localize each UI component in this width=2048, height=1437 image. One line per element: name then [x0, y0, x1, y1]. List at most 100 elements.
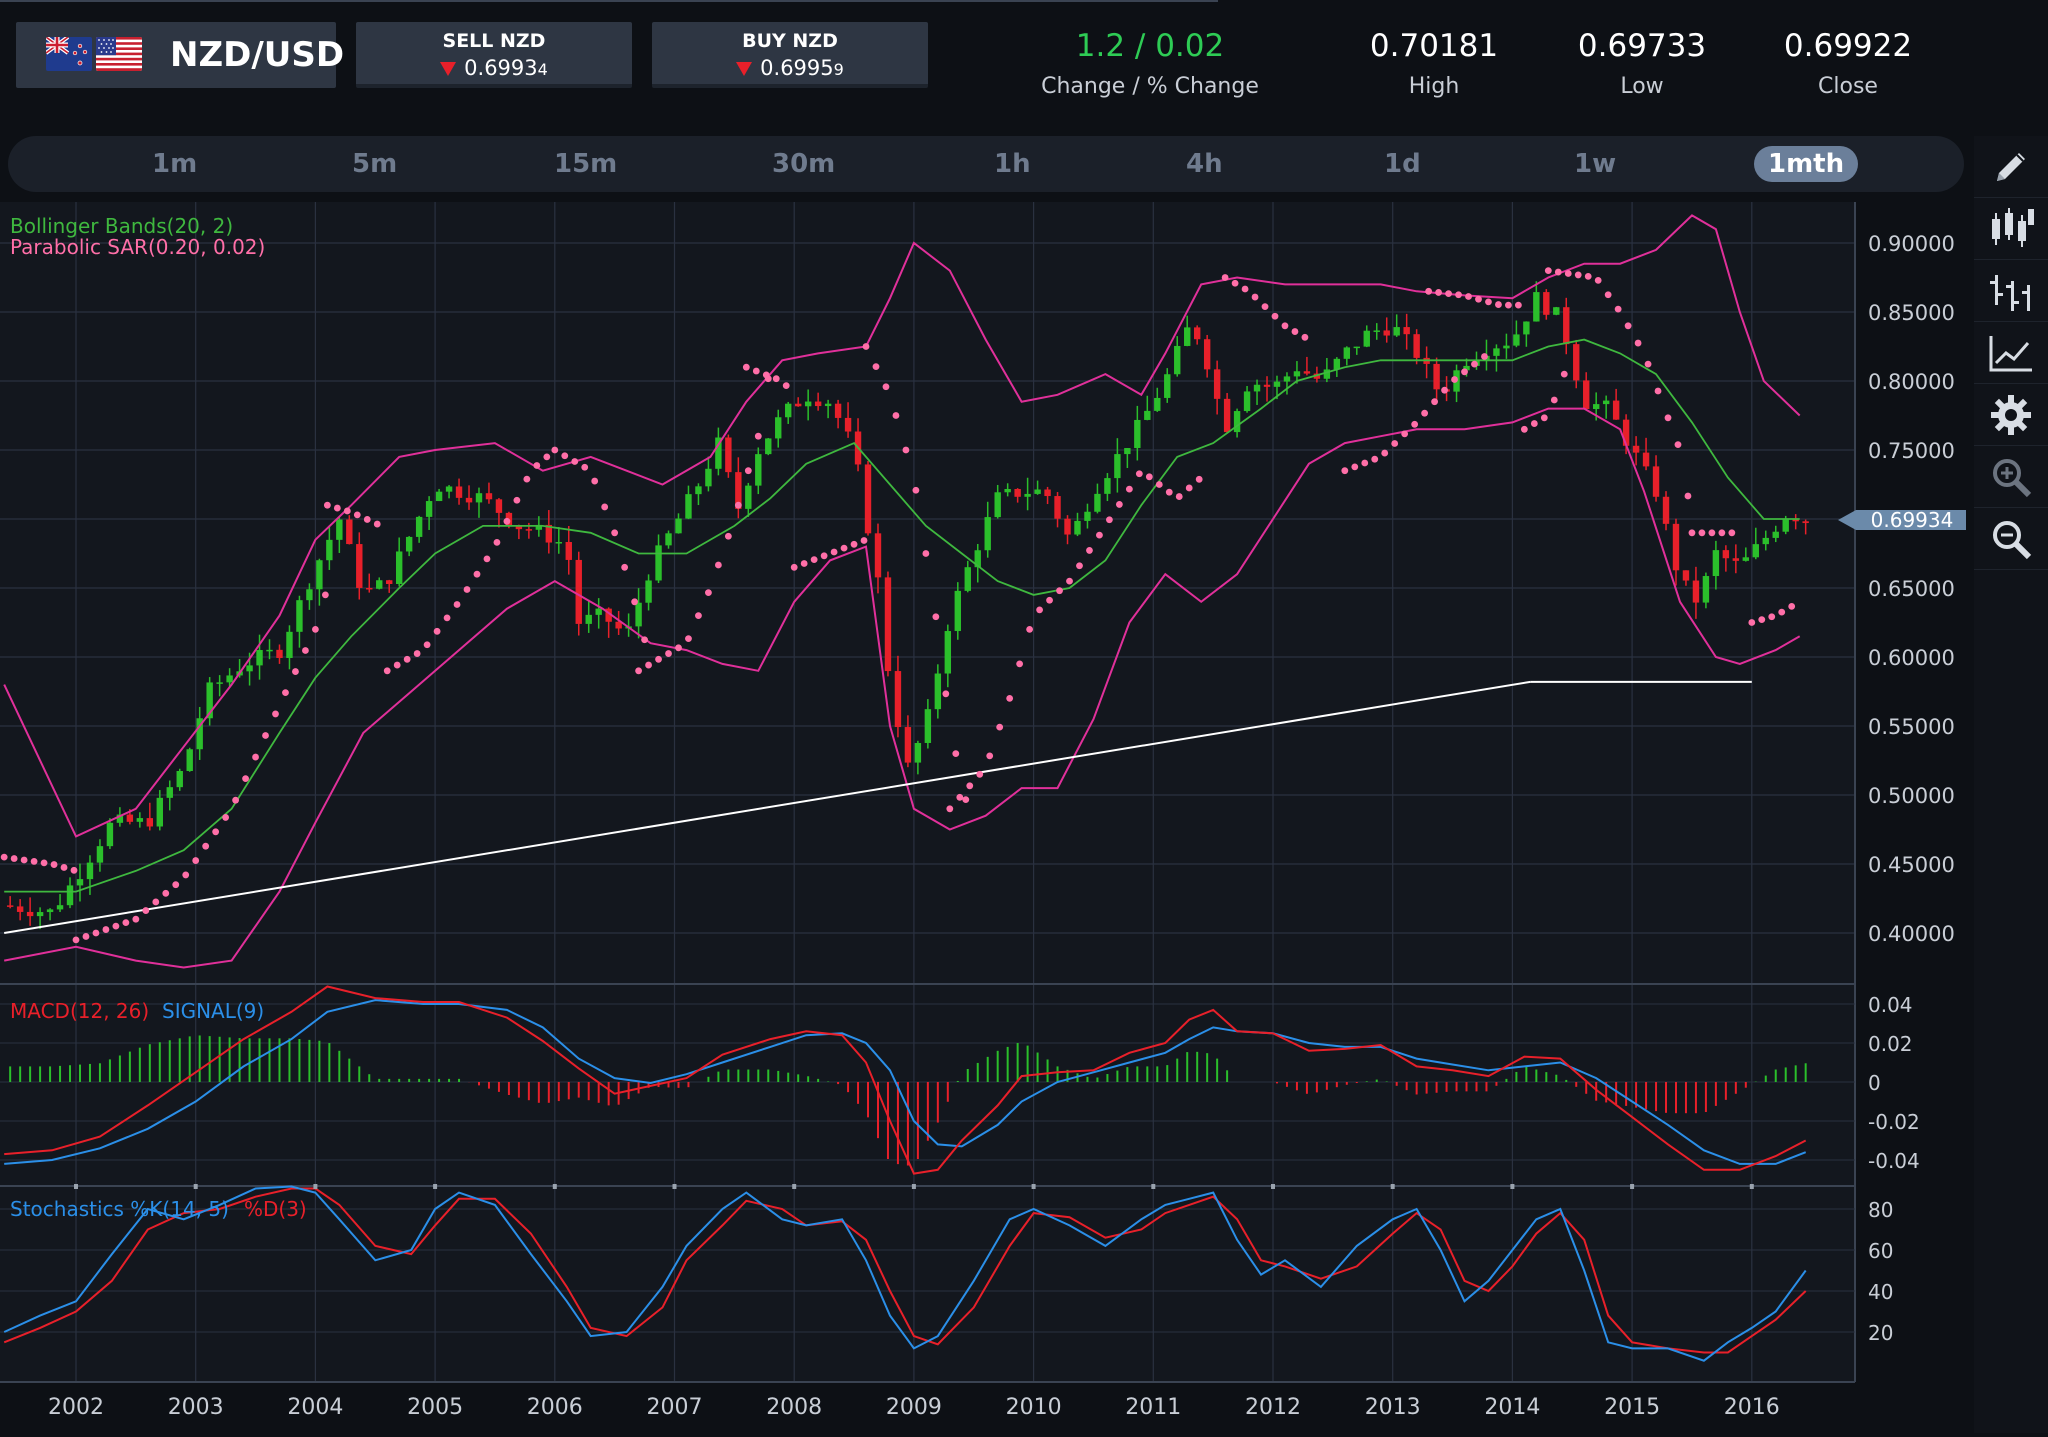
sell-label: SELL NZD	[442, 30, 546, 52]
candle-body	[6, 905, 14, 907]
sar-dot	[1684, 492, 1692, 500]
sar-dot	[1455, 291, 1462, 299]
sar-dot	[92, 929, 100, 937]
sar-dot	[373, 520, 381, 528]
candle-body	[575, 559, 582, 624]
sar-dot	[1584, 272, 1592, 280]
candle-body	[1573, 344, 1580, 381]
zoom-in-icon[interactable]	[1974, 446, 2048, 508]
candle-body	[1154, 397, 1161, 411]
sar-dot	[383, 667, 391, 675]
candle-body	[794, 403, 802, 407]
sar-dot	[1614, 305, 1622, 313]
sar-dot	[1718, 529, 1726, 537]
sar-dot	[1155, 481, 1163, 488]
candle-body	[1263, 384, 1271, 387]
sar-dot	[1564, 270, 1572, 277]
candle-body	[1742, 557, 1750, 561]
price-tick-label: 0.80000	[1868, 370, 1955, 394]
x-tick-label: 2003	[168, 1395, 224, 1420]
candle-body	[1164, 374, 1171, 398]
candlestick-icon[interactable]	[1974, 198, 2048, 260]
sar-dot	[523, 475, 531, 483]
sar-dot	[800, 560, 808, 567]
candle-body	[984, 517, 991, 551]
sar-dot	[996, 723, 1004, 731]
high-value: 0.70181	[1369, 28, 1499, 64]
timeframe-1mth[interactable]: 1mth	[1754, 146, 1859, 182]
sar-dot	[1644, 360, 1652, 368]
zoom-out-icon[interactable]	[1974, 508, 2048, 570]
macd-tick-label: 0	[1868, 1071, 1881, 1095]
candle-body	[954, 590, 961, 632]
sar-dot	[1520, 425, 1528, 433]
sar-dot	[1594, 276, 1602, 284]
instrument-selector[interactable]: NZD/USD	[16, 22, 344, 88]
pencil-icon[interactable]	[1974, 136, 2048, 198]
line-chart-icon[interactable]	[1974, 322, 2048, 384]
x-tick-label: 2009	[886, 1395, 942, 1420]
timeframe-15m[interactable]: 15m	[540, 146, 631, 182]
timeframe-1w[interactable]: 1w	[1560, 146, 1630, 182]
timeframe-1d[interactable]: 1d	[1370, 146, 1435, 182]
panel-tick-mark	[313, 1184, 318, 1189]
x-tick-label: 2008	[766, 1395, 822, 1420]
sar-dot	[1076, 562, 1083, 570]
sar-dot	[724, 532, 732, 540]
candle-body	[665, 533, 672, 546]
low-label: Low	[1620, 74, 1664, 99]
sar-dot	[202, 842, 210, 850]
stoch-tick-label: 60	[1868, 1239, 1893, 1263]
candle-body	[1513, 334, 1520, 346]
buy-price-main: 0.6995	[760, 56, 834, 80]
panel-tick-mark	[74, 1184, 78, 1189]
price-tick-label: 0.45000	[1868, 853, 1955, 877]
sell-button[interactable]: SELL NZD 0.69934	[356, 22, 632, 88]
sar-dot	[1461, 368, 1468, 376]
sar-dot	[1046, 596, 1053, 604]
sar-dot	[675, 644, 682, 652]
timeframe-30m[interactable]: 30m	[758, 146, 849, 182]
candle-body	[76, 879, 84, 886]
candle-body	[824, 403, 832, 407]
sar-dot	[932, 613, 940, 621]
timeframe-4h[interactable]: 4h	[1172, 146, 1237, 182]
sar-dot	[1231, 279, 1239, 287]
sar-dot	[1768, 613, 1776, 621]
x-tick-label: 2007	[647, 1395, 703, 1420]
chart-area[interactable]: 2002 2003 2004 2005 2006 2007 2008 2009 2010 2011…	[0, 202, 1974, 1433]
sar-dot	[1195, 475, 1203, 483]
sar-dot	[1371, 455, 1379, 463]
sar-dot	[790, 563, 798, 571]
chart-svg[interactable]: 2002 2003 2004 2005 2006 2007 2008 2009 2010 2011…	[0, 202, 1974, 1433]
sar-dot	[1451, 376, 1458, 383]
gear-icon[interactable]	[1974, 384, 2048, 446]
candle-body	[964, 567, 971, 591]
sar-dot	[1574, 271, 1582, 279]
candle-body	[1084, 511, 1091, 521]
buy-button[interactable]: BUY NZD 0.69959	[652, 22, 928, 88]
candle-body	[126, 814, 134, 822]
candle-body	[1233, 411, 1241, 433]
timeframe-1h[interactable]: 1h	[980, 146, 1045, 182]
candle-body	[1064, 518, 1071, 535]
candle-body	[645, 580, 652, 603]
sar-dot	[952, 750, 960, 757]
sar-dot	[473, 570, 481, 578]
candle-body	[1493, 348, 1500, 356]
sar-dot	[1758, 616, 1766, 624]
stoch-tick-label: 80	[1868, 1198, 1893, 1222]
sar-dot	[70, 866, 78, 874]
sar-dot	[1654, 387, 1662, 395]
timeframe-1m[interactable]: 1m	[138, 146, 211, 182]
sar-dot	[1554, 268, 1562, 276]
candle-body	[1612, 400, 1620, 420]
sar-dot	[1221, 274, 1229, 281]
timeframe-5m[interactable]: 5m	[338, 146, 411, 182]
sar-dot	[571, 458, 579, 465]
sar-dot	[413, 650, 421, 657]
sar-dot	[353, 511, 361, 519]
candle-body	[1652, 466, 1660, 497]
sar-dot	[705, 589, 712, 596]
ohlc-bars-icon[interactable]	[1974, 260, 2048, 322]
